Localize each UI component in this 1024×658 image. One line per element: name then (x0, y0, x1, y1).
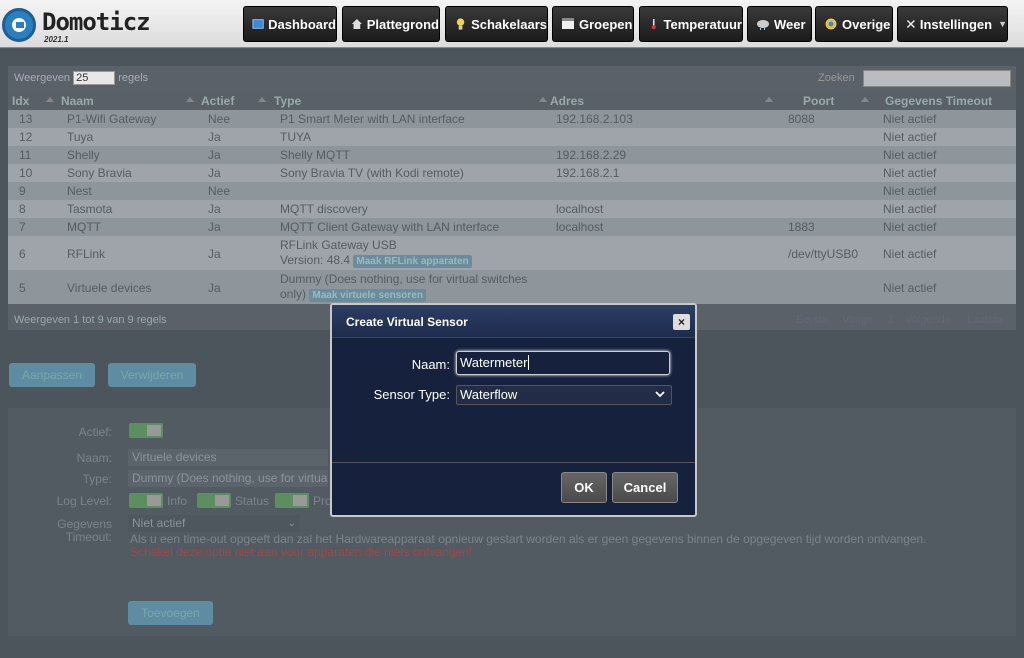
show-entries-control: Weergeven 25 regels (14, 71, 149, 85)
nav-plattegrond[interactable]: Plattegrond (342, 6, 440, 42)
table-info: Weergeven 1 tot 9 van 9 regels (14, 314, 167, 326)
thermometer-icon (651, 19, 656, 30)
sort-icon (539, 97, 547, 102)
ok-button[interactable]: OK (561, 472, 607, 503)
table-row[interactable]: 10 Sony Bravia Ja Sony Bravia TV (with K… (8, 164, 1016, 182)
nav-schakelaars[interactable]: Schakelaars (445, 6, 548, 42)
pager-next[interactable]: Volgende (905, 314, 951, 326)
dialog-divider (332, 462, 695, 463)
nav-weer[interactable]: Weer (747, 6, 812, 42)
pager-first[interactable]: Eerste (796, 314, 828, 326)
app-name: Domoticz (42, 8, 151, 36)
sort-icon (186, 97, 194, 102)
app-version: 2021.1 (44, 35, 69, 44)
timeout-help: Als u een time-out opgeeft dan zal het H… (130, 532, 927, 546)
timeout-warning: Schakel deze optie niet aan voor apparat… (130, 545, 473, 559)
chevron-down-icon: ⌄ (287, 518, 296, 529)
search-label: Zoeken (818, 72, 855, 84)
sort-icon (258, 97, 266, 102)
table-row[interactable]: 6 RFLink Ja RFLink Gateway USB Version: … (8, 236, 1016, 270)
text-caret (528, 355, 530, 370)
top-header: Domoticz 2021.1 Dashboard Plattegrond Sc… (0, 0, 1024, 48)
col-poort[interactable]: Poort (803, 94, 834, 108)
col-type[interactable]: Type (274, 94, 301, 108)
col-idx[interactable]: Idx (12, 94, 29, 108)
page-length-select[interactable]: 25 (73, 71, 116, 85)
pager-page[interactable]: 1 (888, 314, 894, 326)
delete-button[interactable]: Verwijderen (108, 363, 196, 387)
col-adres[interactable]: Adres (550, 94, 584, 108)
sensor-type-label: Sensor Type: (373, 387, 450, 402)
nav-dashboard[interactable]: Dashboard (243, 6, 337, 42)
log-info-toggle[interactable] (129, 493, 163, 508)
nav-temperatuur[interactable]: Temperatuur (639, 6, 743, 42)
cloud-icon (757, 20, 769, 30)
table-row[interactable]: 12 Tuya Ja TUYA Niet actief (8, 128, 1016, 146)
active-toggle[interactable] (129, 423, 163, 438)
table-row[interactable]: 7 MQTT Ja MQTT Client Gateway with LAN i… (8, 218, 1016, 236)
type-select[interactable]: Dummy (Does nothing, use for virtual s (128, 470, 328, 487)
cancel-button[interactable]: Cancel (612, 472, 678, 503)
pager-last[interactable]: Laatste (967, 314, 1003, 326)
col-actief[interactable]: Actief (201, 94, 234, 108)
log-status-toggle[interactable] (197, 493, 231, 508)
log-pro-toggle[interactable] (275, 493, 309, 508)
col-timeout[interactable]: Gegevens Timeout (885, 94, 992, 108)
name-field[interactable]: Virtuele devices (128, 449, 328, 466)
add-button[interactable]: Toevoegen (128, 601, 213, 625)
nav-groepen[interactable]: Groepen (552, 6, 634, 42)
domoticz-logo-icon (2, 8, 36, 42)
create-virtual-sensors-button[interactable]: Maak virtuele sensoren (309, 289, 426, 302)
table-row[interactable]: 8 Tasmota Ja MQTT discovery localhost Ni… (8, 200, 1016, 218)
create-virtual-sensor-dialog: Create Virtual Sensor × Naam: Watermeter… (330, 303, 697, 517)
sensor-type-select[interactable]: Waterflow (456, 385, 672, 405)
create-rflink-devices-button[interactable]: Maak RFLink apparaten (353, 255, 472, 268)
timeout-select[interactable]: Niet actief ⌄ (128, 515, 300, 532)
dialog-header: Create Virtual Sensor × (332, 305, 695, 338)
tools-icon (906, 19, 915, 29)
nav-instellingen[interactable]: Instellingen ▼ (897, 6, 1008, 42)
dialog-title: Create Virtual Sensor (346, 315, 468, 329)
sensor-name-input[interactable]: Watermeter (456, 351, 670, 375)
search-input[interactable] (863, 70, 1011, 87)
lightbulb-icon (456, 18, 465, 30)
nav-overige[interactable]: Overige (815, 6, 893, 42)
table-row[interactable]: 13 P1-Wifi Gateway Nee P1 Smart Meter wi… (8, 110, 1016, 128)
dashboard-icon (252, 19, 264, 29)
col-naam[interactable]: Naam (61, 94, 94, 108)
logo[interactable]: Domoticz 2021.1 (2, 4, 151, 44)
utility-icon (825, 18, 837, 30)
table-row[interactable]: 5 Virtuele devices Ja Dummy (Does nothin… (8, 270, 1016, 304)
chevron-down-icon (655, 391, 665, 398)
sort-icon (765, 97, 773, 102)
pager-prev[interactable]: Vorige (842, 314, 873, 326)
table-header: Idx Naam Actief Type Adres Poort Gegeven… (8, 92, 1016, 110)
sort-desc-icon (46, 97, 54, 102)
sort-icon (861, 97, 869, 102)
house-icon (351, 18, 362, 30)
edit-button[interactable]: Aanpassen (9, 363, 95, 387)
close-icon[interactable]: × (673, 314, 690, 330)
table-row[interactable]: 11 Shelly Ja Shelly MQTT 192.168.2.29 Ni… (8, 146, 1016, 164)
scenes-icon (562, 18, 574, 29)
sensor-name-label: Naam: (411, 357, 450, 372)
caret-down-icon: ▼ (998, 19, 1007, 29)
table-row[interactable]: 9 Nest Nee Niet actief (8, 182, 1016, 200)
